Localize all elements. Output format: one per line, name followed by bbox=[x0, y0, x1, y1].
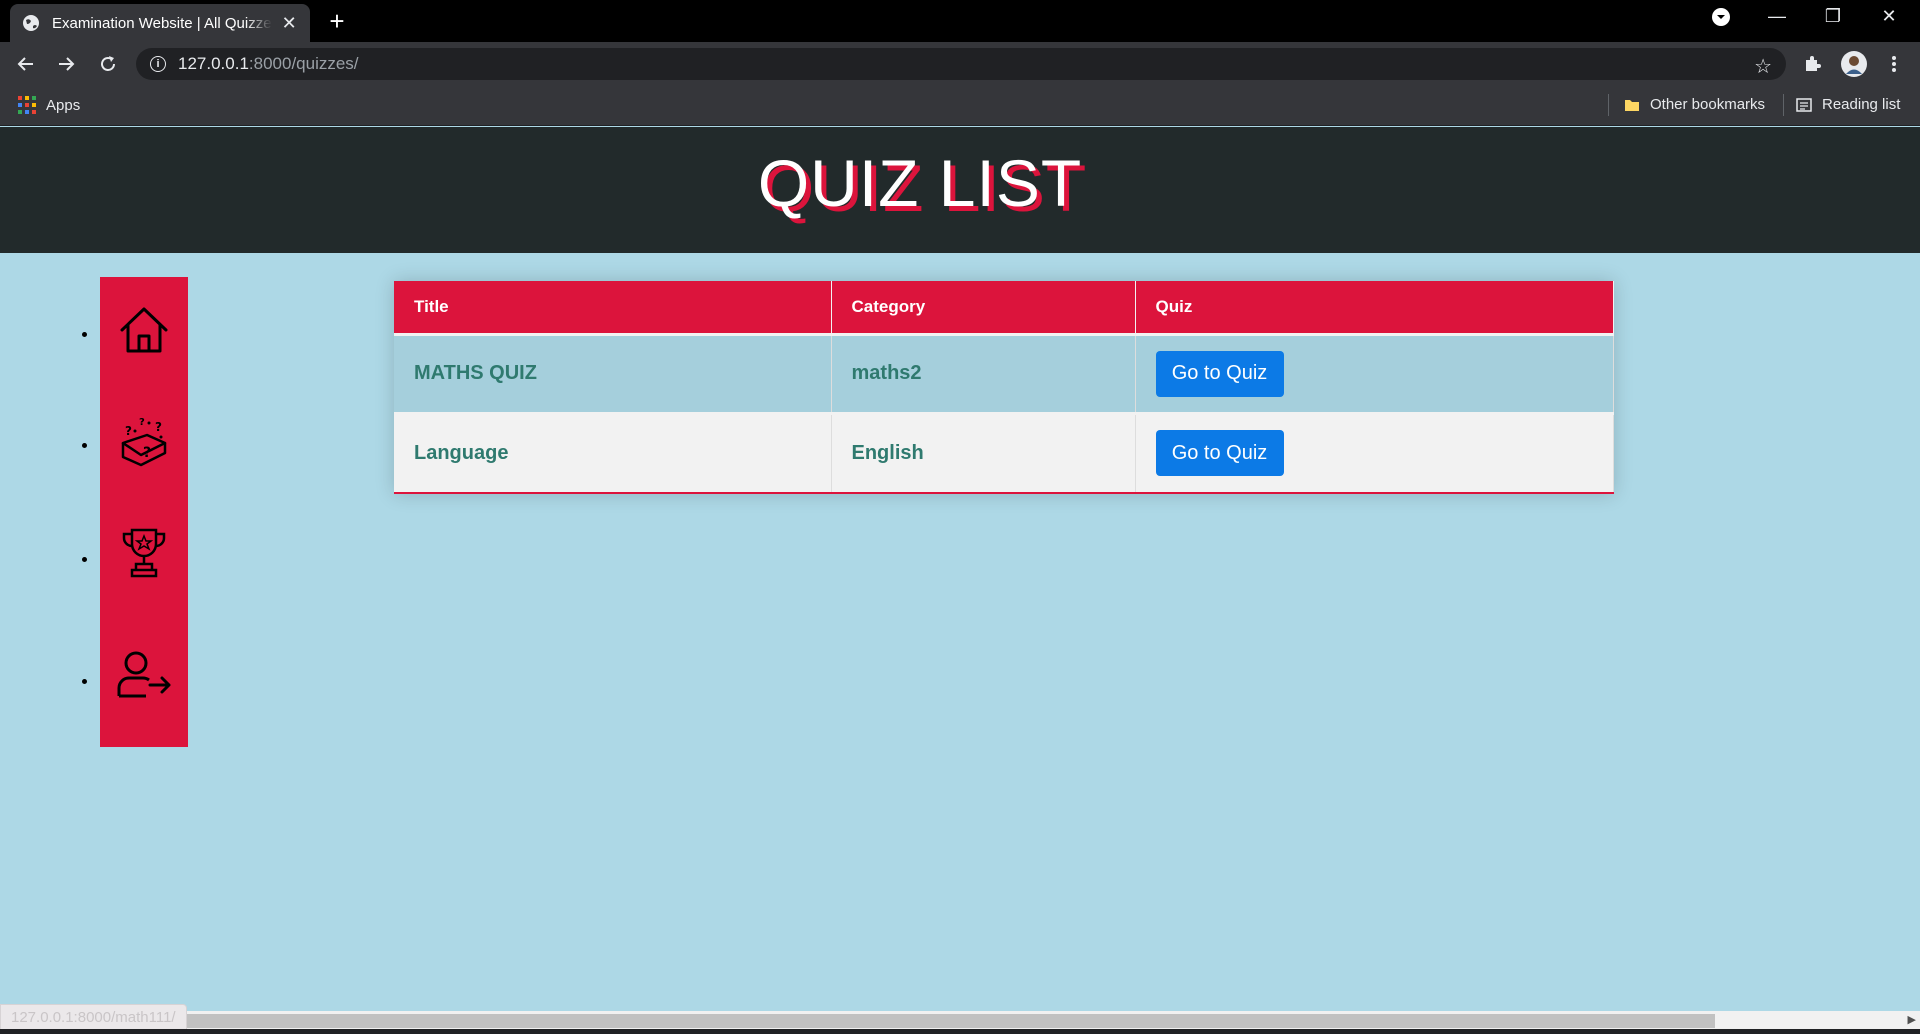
sidebar-item-logout[interactable] bbox=[100, 642, 188, 712]
url-path: :8000/quizzes/ bbox=[248, 54, 359, 73]
page-title: QUIZ LIST bbox=[757, 146, 1083, 220]
profile-avatar[interactable] bbox=[1840, 50, 1868, 78]
quiz-action-cell: Go to Quiz bbox=[1135, 413, 1614, 492]
svg-text:?: ? bbox=[143, 445, 151, 461]
scrollbar-thumb[interactable] bbox=[10, 1014, 1715, 1028]
site-info-icon[interactable]: i bbox=[150, 56, 166, 72]
sidebar-item-home[interactable] bbox=[100, 297, 188, 367]
svg-text:?: ? bbox=[155, 420, 162, 434]
tab-close-icon[interactable]: ✕ bbox=[280, 13, 298, 34]
list-bullet bbox=[82, 332, 87, 337]
browser-menu-icon[interactable] bbox=[1882, 52, 1906, 76]
forward-arrow-icon[interactable] bbox=[54, 52, 78, 76]
list-bullet bbox=[82, 557, 87, 562]
go-to-quiz-button[interactable]: Go to Quiz bbox=[1155, 350, 1284, 397]
quiz-category-cell: maths2 bbox=[831, 334, 1136, 413]
bookmarks-bar: Apps Other bookmarks Reading list bbox=[0, 86, 1920, 126]
logout-icon bbox=[116, 650, 172, 705]
quiz-table: Title Category Quiz MATHS QUIZ maths2 Go… bbox=[394, 281, 1614, 494]
tab-title: Examination Website | All Quizzes bbox=[52, 14, 273, 32]
home-icon bbox=[118, 304, 170, 361]
svg-text:?: ? bbox=[125, 424, 132, 438]
sidebar: ???? bbox=[100, 277, 188, 747]
close-window-button[interactable]: ✕ bbox=[1874, 6, 1904, 27]
apps-bookmark[interactable]: Apps bbox=[18, 96, 80, 114]
column-header-quiz: Quiz bbox=[1135, 281, 1614, 334]
quiz-box-icon: ???? bbox=[117, 413, 171, 472]
sidebar-item-results[interactable] bbox=[100, 520, 188, 590]
table-row: MATHS QUIZ maths2 Go to Quiz bbox=[394, 334, 1614, 413]
page-header: QUIZ LIST bbox=[0, 127, 1920, 253]
quiz-action-cell: Go to Quiz bbox=[1135, 334, 1614, 413]
taskbar-edge bbox=[0, 1029, 1920, 1034]
sidebar-item-quizzes[interactable]: ???? bbox=[100, 407, 188, 477]
globe-icon bbox=[22, 14, 40, 32]
apps-grid-icon bbox=[18, 96, 36, 114]
apps-label: Apps bbox=[46, 96, 81, 114]
url-host: 127.0.0.1 bbox=[178, 54, 249, 73]
scroll-right-arrow-icon[interactable]: ▶ bbox=[1908, 1013, 1916, 1026]
quiz-category-cell: English bbox=[831, 413, 1136, 492]
quiz-title-cell: Language bbox=[394, 413, 832, 492]
horizontal-scrollbar[interactable]: ◀ ▶ bbox=[0, 1011, 1920, 1029]
trophy-icon bbox=[119, 526, 169, 585]
browser-tab[interactable]: Examination Website | All Quizzes ✕ bbox=[10, 4, 310, 42]
new-tab-button[interactable]: + bbox=[324, 8, 350, 34]
reload-icon[interactable] bbox=[96, 52, 120, 76]
table-header-row: Title Category Quiz bbox=[394, 281, 1614, 334]
column-header-category: Category bbox=[831, 281, 1136, 334]
restore-button[interactable]: ❐ bbox=[1818, 6, 1848, 27]
folder-icon bbox=[1624, 97, 1640, 113]
bookmark-star-icon[interactable]: ☆ bbox=[1754, 54, 1772, 79]
browser-tab-strip: Examination Website | All Quizzes ✕ + — … bbox=[0, 0, 1920, 42]
tab-search-icon[interactable] bbox=[1706, 6, 1736, 33]
status-url-bubble: 127.0.0.1:8000/math111/ bbox=[0, 1004, 187, 1030]
reading-list[interactable]: Reading list bbox=[1796, 96, 1900, 113]
reading-list-icon bbox=[1796, 97, 1812, 113]
minimize-button[interactable]: — bbox=[1762, 6, 1792, 27]
bookmark-separator bbox=[1783, 94, 1784, 116]
back-arrow-icon[interactable] bbox=[14, 52, 38, 76]
extensions-puzzle-icon[interactable] bbox=[1800, 52, 1824, 76]
svg-text:?: ? bbox=[139, 417, 145, 428]
list-bullet bbox=[82, 443, 87, 448]
address-bar[interactable]: i 127.0.0.1:8000/quizzes/ ☆ bbox=[136, 48, 1786, 80]
table-row: Language English Go to Quiz bbox=[394, 413, 1614, 492]
reading-list-label: Reading list bbox=[1822, 96, 1901, 113]
browser-toolbar: i 127.0.0.1:8000/quizzes/ ☆ bbox=[0, 42, 1920, 86]
other-bookmarks[interactable]: Other bookmarks bbox=[1624, 96, 1765, 113]
quiz-title-cell: MATHS QUIZ bbox=[394, 334, 832, 413]
list-bullet bbox=[82, 679, 87, 684]
column-header-title: Title bbox=[394, 281, 832, 334]
other-bookmarks-label: Other bookmarks bbox=[1650, 96, 1766, 113]
bookmark-separator bbox=[1608, 94, 1609, 116]
go-to-quiz-button[interactable]: Go to Quiz bbox=[1155, 430, 1284, 477]
